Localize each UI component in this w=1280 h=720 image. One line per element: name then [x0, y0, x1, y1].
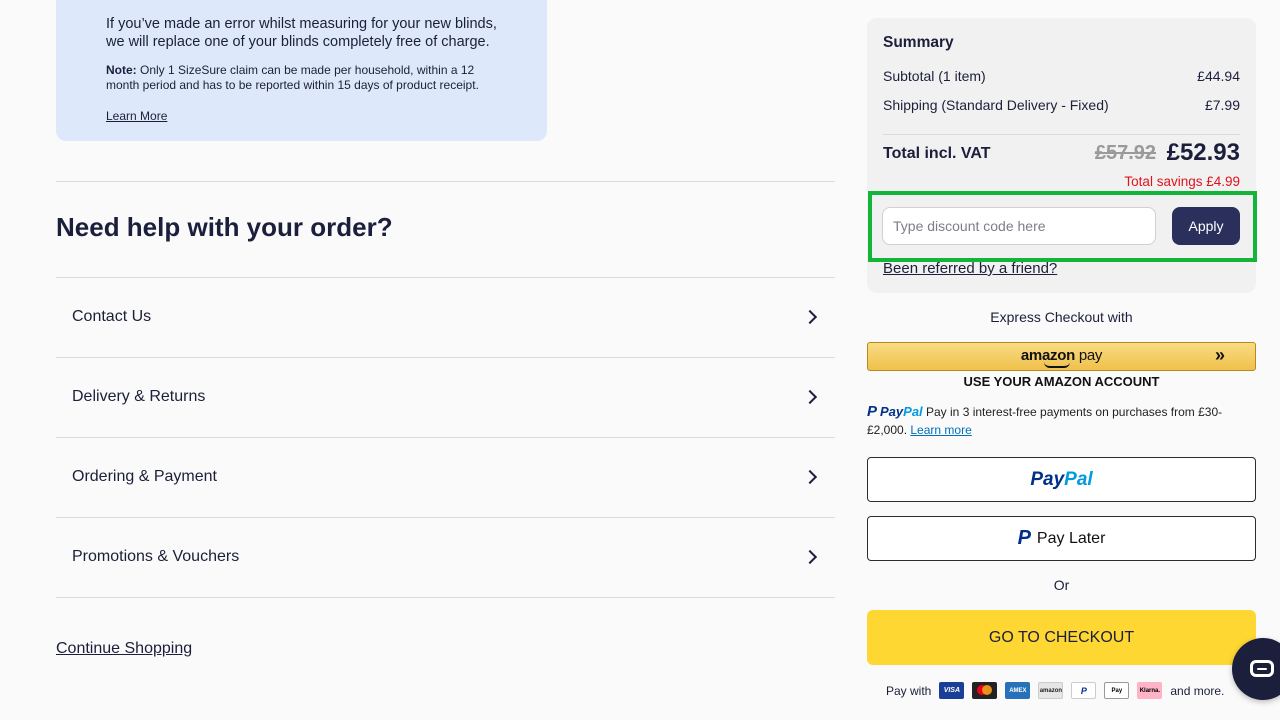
double-chevron-right-icon: » [1214, 345, 1225, 365]
discount-code-input[interactable] [882, 207, 1156, 245]
paypal-pay-in-3-info: P PayPal Pay in 3 interest-free payments … [867, 403, 1256, 439]
faq-item-label: Delivery & Returns [72, 388, 206, 405]
chevron-right-icon [802, 309, 818, 325]
chat-button[interactable] [1232, 638, 1280, 700]
shipping-row: Shipping (Standard Delivery - Fixed) £7.… [883, 97, 1240, 113]
mastercard-icon [972, 682, 998, 699]
sizesure-main-text: If you’ve made an error whilst measuring… [106, 16, 497, 50]
faq-item-label: Promotions & Vouchers [72, 548, 240, 565]
pay-later-label: Pay Later [1036, 529, 1106, 547]
subtotal-value: £44.94 [1197, 68, 1240, 84]
faq-item-label: Contact Us [72, 308, 152, 325]
referred-by-friend-link[interactable]: Been referred by a friend? [883, 260, 1057, 277]
amazon-smile-icon [1044, 362, 1070, 368]
paypal-learn-more-link[interactable]: Learn more [910, 423, 971, 437]
faq-item-label: Ordering & Payment [72, 468, 217, 485]
faq-item-contact-us[interactable]: Contact Us [56, 277, 835, 357]
express-checkout-heading: Express Checkout with [990, 309, 1133, 325]
faq-divider [56, 597, 835, 598]
amazon-pay-button[interactable]: amazon pay » [867, 342, 1256, 371]
continue-shopping-link[interactable]: Continue Shopping [56, 640, 192, 658]
paypal-button-pay: Pay [1030, 468, 1065, 490]
discounted-total: £52.93 [1166, 139, 1240, 166]
amazon-pay-subtitle: USE YOUR AMAZON ACCOUNT [963, 374, 1160, 389]
faq-item-delivery-returns[interactable]: Delivery & Returns [56, 357, 835, 437]
sizesure-learn-more-link[interactable]: Learn More [106, 109, 167, 123]
paypal-button-pal: Pal [1064, 468, 1093, 490]
or-separator: Or [1053, 577, 1070, 593]
pay-with-label: Pay with [886, 683, 932, 698]
paypal-logo-pay: Pay [880, 404, 904, 419]
paypal-method-icon: P [1071, 682, 1097, 699]
paypal-pay-later-button[interactable]: P Pay Later [867, 516, 1256, 561]
apple-pay-icon: Pay [1104, 682, 1130, 699]
cart-page: If you’ve made an error whilst measuring… [0, 0, 1280, 720]
amazon-logo-pay-text: pay [1074, 347, 1103, 364]
chevron-right-icon [802, 549, 818, 565]
paypal-button[interactable]: PayPal [867, 457, 1256, 502]
original-total: £57.92 [1094, 142, 1156, 164]
paypal-icon: P [867, 403, 878, 420]
paypal-button-logo: PayPal [1030, 469, 1092, 491]
paypal-logo-pal: Pal [903, 404, 923, 419]
summary-title: Summary [883, 34, 954, 51]
help-title: Need help with your order? [56, 212, 393, 242]
klarna-icon: Klarna. [1137, 682, 1163, 699]
total-savings: Total savings £4.99 [1124, 174, 1240, 189]
sizesure-info-box: If you’ve made an error whilst measuring… [56, 0, 547, 141]
apply-discount-button[interactable]: Apply [1172, 207, 1240, 245]
go-to-checkout-button[interactable]: GO TO CHECKOUT [867, 610, 1256, 665]
sizesure-note: Note: Only 1 SizeSure claim can be made … [106, 63, 497, 93]
paypal-icon: P [1017, 527, 1031, 549]
chevron-right-icon [802, 389, 818, 405]
paypal-logo: PayPal [880, 404, 923, 419]
sizesure-note-label: Note: [106, 63, 137, 77]
visa-icon: VISA [939, 682, 965, 699]
shipping-label: Shipping (Standard Delivery - Fixed) [883, 97, 1109, 113]
chevron-right-icon [802, 469, 818, 485]
summary-divider [883, 134, 1240, 135]
chat-bubble-icon [1250, 660, 1274, 677]
amex-icon: AMEX [1005, 682, 1031, 699]
subtotal-label: Subtotal (1 item) [883, 68, 986, 84]
total-label: Total incl. VAT [883, 145, 991, 162]
sizesure-note-text: Only 1 SizeSure claim can be made per ho… [106, 63, 479, 92]
shipping-value: £7.99 [1204, 97, 1240, 113]
subtotal-row: Subtotal (1 item) £44.94 [883, 68, 1240, 84]
pay-with-methods: Pay with VISA AMEX amazon P Pay Klarna. … [886, 682, 1224, 699]
section-divider [56, 181, 835, 182]
amazon-pay-icon: amazon [1038, 682, 1064, 699]
faq-item-ordering-payment[interactable]: Ordering & Payment [56, 437, 835, 517]
faq-item-promotions-vouchers[interactable]: Promotions & Vouchers [56, 517, 835, 597]
and-more-label: and more. [1170, 683, 1225, 698]
